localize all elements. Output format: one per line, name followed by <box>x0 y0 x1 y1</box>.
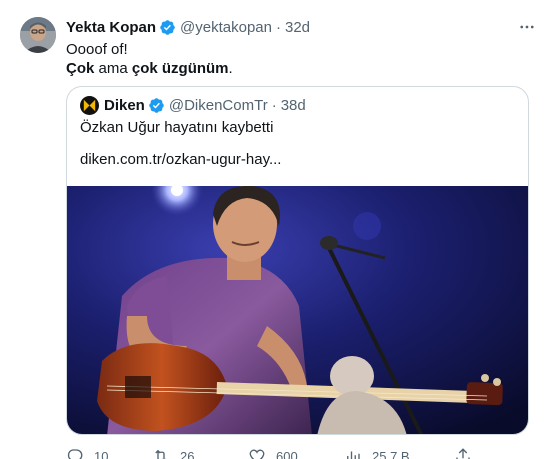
repost-icon <box>155 449 167 459</box>
tweet-text: Oooof of! Çok ama çok üzgünüm. <box>66 40 233 78</box>
tweet-text-line-2: Çok ama çok üzgünüm. <box>66 59 233 78</box>
views-icon <box>347 451 360 459</box>
diken-logo-icon <box>80 96 99 115</box>
more-options-icon[interactable] <box>518 18 536 41</box>
quoted-tweet[interactable]: Diken @DikenComTr · 38d Özkan Uğur hayat… <box>66 86 529 435</box>
quoted-age[interactable]: 38d <box>281 97 306 114</box>
verified-badge-icon <box>160 19 175 35</box>
views-count: 25,7 B <box>372 448 410 459</box>
like-button[interactable]: 600 <box>248 447 344 459</box>
tweet-actions: 10 26 600 25,7 B <box>66 446 546 459</box>
quoted-author-handle[interactable]: @DikenComTr <box>169 97 268 114</box>
reply-count: 10 <box>94 448 109 459</box>
tweet-text-line-1: Oooof of! <box>66 41 128 58</box>
quoted-tweet-header: Diken @DikenComTr · 38d <box>80 96 306 115</box>
tweet-header: Yekta Kopan @yektakopan · 32d <box>66 17 310 37</box>
share-icon <box>456 448 470 459</box>
share-button[interactable] <box>454 447 482 459</box>
reply-button[interactable]: 10 <box>66 447 152 459</box>
tweet[interactable]: Yekta Kopan @yektakopan · 32d Oooof of! … <box>0 0 558 459</box>
author-name[interactable]: Yekta Kopan <box>66 19 156 36</box>
tweet-age[interactable]: 32d <box>285 19 310 36</box>
views-button[interactable]: 25,7 B <box>344 447 454 459</box>
reply-icon <box>67 449 83 459</box>
quoted-author-name[interactable]: Diken <box>104 97 145 114</box>
quoted-link[interactable]: diken.com.tr/ozkan-ugur-hay... <box>80 151 281 168</box>
quoted-photo[interactable] <box>67 186 528 434</box>
author-avatar[interactable] <box>20 17 56 53</box>
text-plain-1: ama <box>94 60 132 77</box>
text-bold-2: çok üzgünüm <box>131 60 229 77</box>
repost-count: 26 <box>180 448 195 459</box>
repost-button[interactable]: 26 <box>152 447 248 459</box>
like-count: 600 <box>276 448 298 459</box>
author-handle[interactable]: @yektakopan <box>180 19 272 36</box>
quoted-separator: · <box>271 97 277 114</box>
like-icon <box>249 449 265 459</box>
quoted-text: Özkan Uğur hayatını kaybetti <box>80 119 274 136</box>
text-bold-1: Çok <box>66 60 95 77</box>
text-plain-2: . <box>228 60 233 77</box>
header-separator: · <box>275 18 281 36</box>
verified-badge-icon <box>149 98 164 113</box>
